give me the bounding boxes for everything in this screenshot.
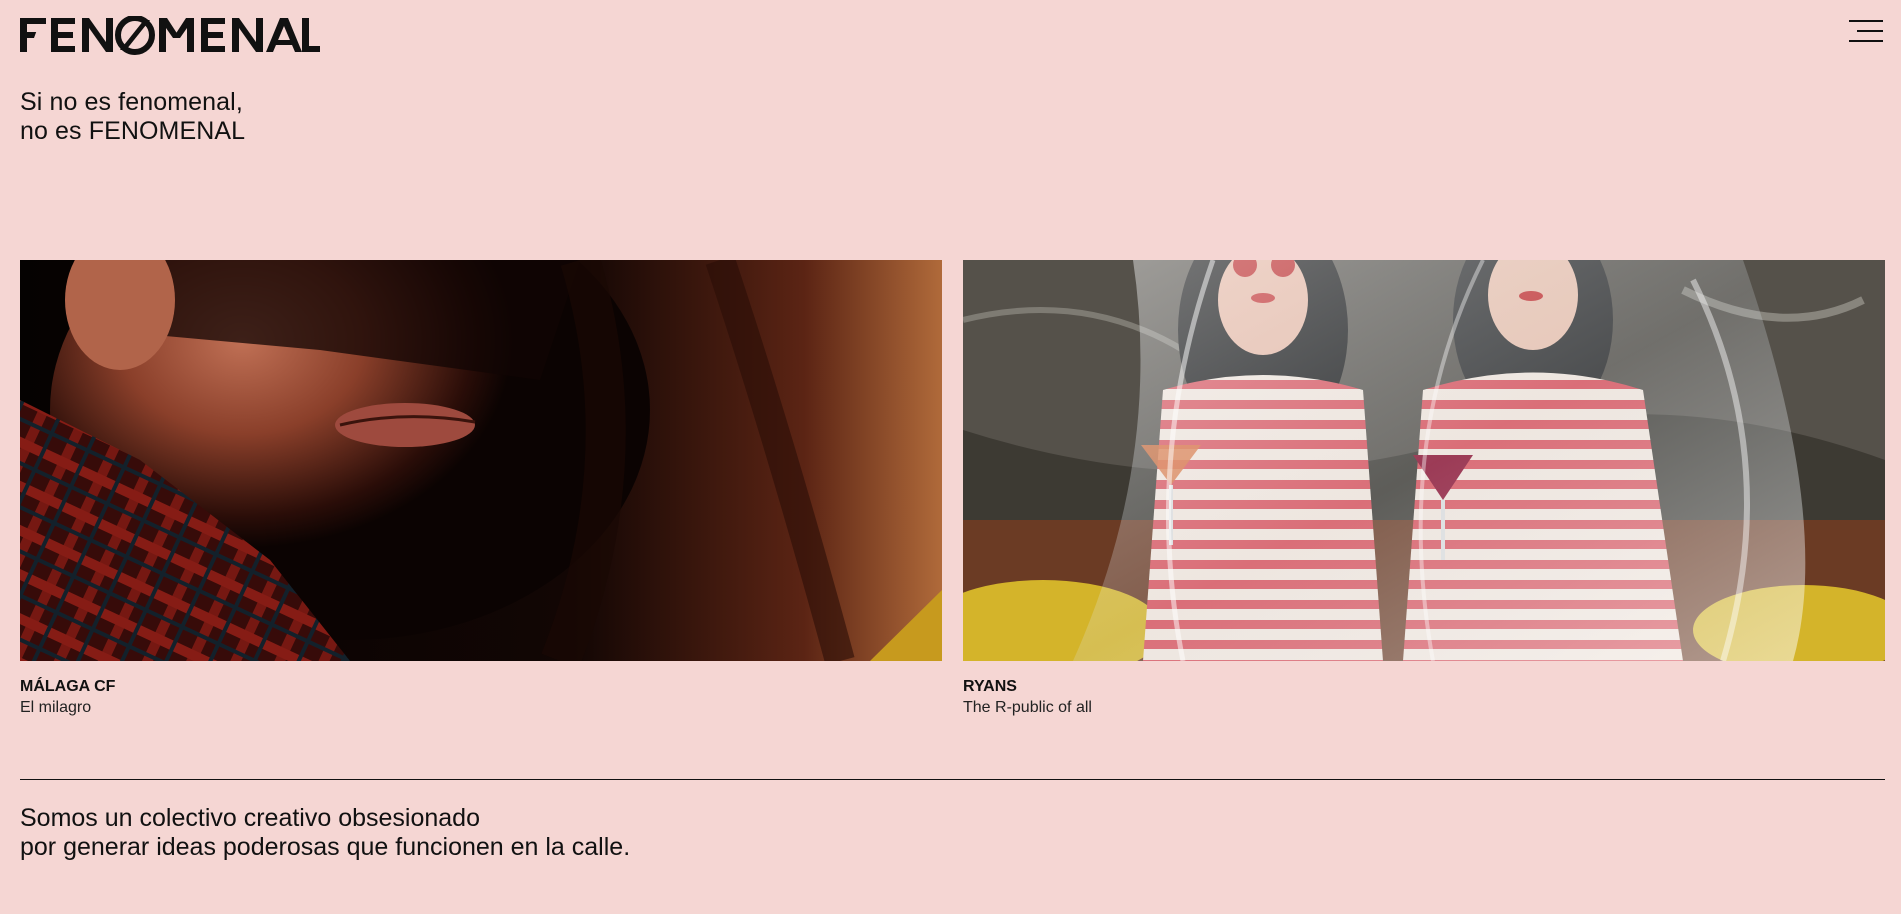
fenomenal-logo — [11, 15, 320, 55]
project-title: El milagro — [20, 699, 92, 716]
tagline-line-2: no es FENOMENAL — [20, 117, 246, 145]
tagline-line-1: Si no es fenomenal, — [20, 88, 243, 116]
face-photo — [20, 260, 942, 661]
menu-bar-top — [1849, 20, 1883, 22]
project-card-ryans[interactable]: RYANS The R-public of all — [963, 260, 1885, 718]
section-divider — [20, 779, 1885, 780]
project-card-malaga[interactable]: MÁLAGA CF El milagro — [20, 260, 942, 718]
project-image-malaga[interactable] — [20, 260, 942, 661]
women-plastic-photo — [963, 260, 1885, 661]
menu-bar-bottom — [1849, 40, 1883, 42]
project-client: MÁLAGA CF — [20, 678, 116, 695]
about-line-1: Somos un colectivo creativo obsesionado — [20, 804, 480, 832]
about-line-2: por generar ideas poderosas que funcione… — [20, 833, 631, 861]
project-image-ryans[interactable] — [963, 260, 1885, 661]
hamburger-menu-icon[interactable] — [1849, 18, 1883, 46]
menu-bar-middle — [1857, 30, 1883, 32]
about-statement: Somos un colectivo creativo obsesionado … — [20, 804, 630, 862]
logo[interactable] — [11, 15, 320, 58]
project-client: RYANS — [963, 678, 1017, 695]
project-title: The R-public of all — [963, 699, 1092, 716]
tagline: Si no es fenomenal, no es FENOMENAL — [20, 88, 245, 146]
